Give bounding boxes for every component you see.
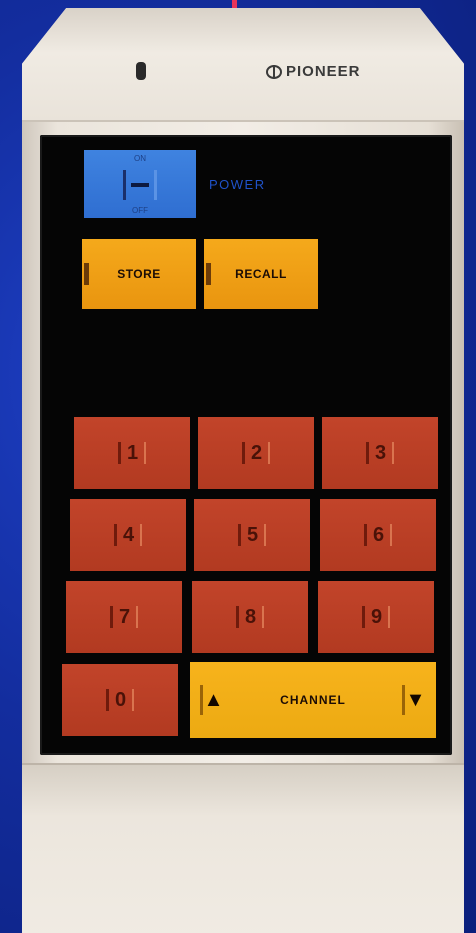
- remote-control-body: PIONEER ON OFF POWER STORE RECALL 1 2 3 …: [22, 8, 464, 933]
- channel-up-icon[interactable]: ▲: [200, 685, 224, 715]
- key-7-label: 7: [109, 606, 139, 628]
- key-9-label: 9: [361, 606, 391, 628]
- key-0-label: 0: [105, 689, 135, 711]
- key-9-button[interactable]: 9: [318, 581, 434, 653]
- key-5-label: 5: [237, 524, 267, 546]
- key-0-button[interactable]: 0: [62, 664, 178, 736]
- recall-label: RECALL: [235, 267, 287, 281]
- key-6-label: 6: [363, 524, 393, 546]
- channel-down-icon[interactable]: ▼: [401, 685, 426, 715]
- power-button[interactable]: ON OFF: [84, 150, 196, 218]
- key-4-button[interactable]: 4: [70, 499, 186, 571]
- remote-top-cap: PIONEER: [22, 8, 464, 122]
- key-4-label: 4: [113, 524, 143, 546]
- brand-name: PIONEER: [286, 63, 361, 80]
- channel-label: CHANNEL: [280, 693, 346, 707]
- infrared-window: [136, 62, 146, 80]
- key-5-button[interactable]: 5: [194, 499, 310, 571]
- key-2-label: 2: [241, 442, 271, 464]
- pioneer-logo-icon: [266, 64, 282, 79]
- key-1-button[interactable]: 1: [74, 417, 190, 489]
- key-7-button[interactable]: 7: [66, 581, 182, 653]
- power-label: POWER: [209, 177, 266, 192]
- store-label: STORE: [117, 267, 161, 281]
- key-8-label: 8: [235, 606, 265, 628]
- recall-button[interactable]: RECALL: [204, 239, 318, 309]
- key-2-button[interactable]: 2: [198, 417, 314, 489]
- brand-logo: PIONEER: [266, 63, 361, 80]
- power-switch-icon: [123, 169, 157, 200]
- key-8-button[interactable]: 8: [192, 581, 308, 653]
- key-3-button[interactable]: 3: [322, 417, 438, 489]
- button-panel: ON OFF POWER STORE RECALL 1 2 3 4 5 6 7 …: [40, 135, 452, 755]
- remote-grip: [22, 763, 464, 933]
- key-1-label: 1: [117, 442, 147, 464]
- key-3-label: 3: [365, 442, 395, 464]
- key-6-button[interactable]: 6: [320, 499, 436, 571]
- store-button[interactable]: STORE: [82, 239, 196, 309]
- channel-button[interactable]: ▲ CHANNEL ▼: [190, 662, 436, 738]
- power-on-label: ON: [134, 154, 146, 163]
- power-off-label: OFF: [132, 206, 148, 215]
